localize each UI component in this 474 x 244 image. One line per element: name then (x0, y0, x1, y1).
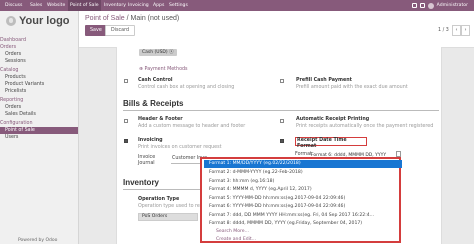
format-option-8[interactable]: Format 8: dddd, MMMM DD, YYYY (eg.Friday… (209, 220, 362, 228)
sidebar-item-orders[interactable]: Orders (0, 51, 78, 58)
receipt-format-checkbox[interactable] (280, 139, 284, 143)
format-option-4[interactable]: Format 4: MMMM d, YYYY (eg.April 12, 201… (209, 186, 312, 194)
cash-control-checkbox[interactable] (124, 79, 128, 83)
menu-inventory[interactable]: Inventory (104, 0, 126, 11)
breadcrumb-parent[interactable]: Point of Sale (85, 15, 125, 22)
prefill-cash-checkbox[interactable] (280, 79, 284, 83)
sidebar: Your logo Dashboard Orders Orders Sessio… (0, 11, 79, 244)
sidebar-item-report-orders[interactable]: Orders (0, 104, 78, 111)
format-option-3[interactable]: Format 3: hh:mm (eg.16:18) (209, 178, 274, 186)
powered-by[interactable]: Powered by Odoo (18, 238, 57, 243)
sidebar-section-catalog[interactable]: Catalog (0, 67, 78, 74)
menu-invoicing[interactable]: Invoicing (128, 0, 149, 11)
invoice-journal-label: Invoice Journal (138, 155, 156, 166)
company-logo: Your logo (6, 15, 70, 27)
payment-methods-row: Cash (USD) ⓧ ⊕ Payment Methods (117, 47, 441, 72)
save-button[interactable]: Save (85, 25, 107, 36)
chat-icon[interactable] (411, 3, 417, 8)
sidebar-item-sales-details[interactable]: Sales Details (0, 111, 78, 118)
sidebar-section-dashboard[interactable]: Dashboard (0, 37, 78, 44)
top-navbar: Discuss Sales Website Point of Sale Inve… (0, 0, 474, 11)
auto-print-checkbox[interactable] (280, 119, 284, 123)
receipt-date-time-format-title: Receipt Date Time Format (295, 137, 367, 149)
invoicing-desc: Print invoices on customer request (138, 145, 222, 150)
operation-type-title: Operation Type (138, 197, 180, 202)
avatar[interactable] (427, 2, 434, 9)
sidebar-item-point-of-sale[interactable]: Point of Sale (0, 127, 78, 134)
search-more-link[interactable]: Search More... (216, 228, 249, 236)
sidebar-item-pricelists[interactable]: Pricelists (0, 88, 78, 95)
inventory-heading: Inventory (123, 178, 160, 187)
logo-icon (6, 16, 16, 26)
activity-icon[interactable] (419, 3, 425, 8)
format-option-5[interactable]: Format 5: YYYY-MM-DD hh:mm:ss(eg.2017-09… (209, 195, 345, 203)
bills-receipts-heading: Bills & Receipts (123, 99, 184, 108)
sidebar-section-orders[interactable]: Orders (0, 44, 78, 51)
format-dropdown: Format 1: MM/DD/YYYY (eg.02/22/2018) For… (200, 157, 402, 244)
sidebar-item-users[interactable]: Users (0, 134, 78, 141)
sidebar-item-product-variants[interactable]: Product Variants (0, 81, 78, 88)
auto-print-title: Automatic Receipt Printing (296, 117, 370, 122)
cash-control-desc: Control cash box at opening and closing (138, 85, 235, 90)
menu-apps[interactable]: Apps (153, 0, 164, 11)
breadcrumb-current: Main (not used) (130, 15, 180, 22)
invoicing-checkbox[interactable] (124, 139, 128, 143)
format-option-1[interactable]: Format 1: MM/DD/YYYY (eg.02/22/2018) (204, 160, 402, 168)
discard-button[interactable]: Discard (105, 25, 136, 36)
header-footer-checkbox[interactable] (124, 119, 128, 123)
menu-point-of-sale[interactable]: Point of Sale (68, 0, 101, 11)
pager-next-button[interactable]: › (461, 25, 470, 36)
sidebar-item-sessions[interactable]: Sessions (0, 58, 78, 65)
payment-methods-link[interactable]: ⊕ Payment Methods (139, 67, 188, 72)
prefill-cash-desc: Prefill amount paid with the exact due a… (296, 85, 408, 90)
header-footer-desc: Add a custom message to header and foote… (138, 124, 246, 129)
menu-discuss[interactable]: Discuss (5, 0, 22, 11)
menu-sales[interactable]: Sales (30, 0, 42, 11)
logo-text: Your logo (19, 15, 70, 27)
pager-prev-button[interactable]: ‹ (452, 25, 461, 36)
control-panel: Point of Sale / Main (not used) Save Dis… (79, 11, 474, 48)
pager-value: 1 / 3 (438, 28, 449, 33)
sidebar-section-configuration[interactable]: Configuration (0, 120, 78, 127)
section-divider (123, 110, 439, 111)
format-option-7[interactable]: Format 7: ddd, DD MMM YYYY HH:mm:ss(eg. … (209, 212, 374, 220)
invoicing-title: Invoicing (138, 138, 163, 143)
auto-print-desc: Print receipts automatically once the pa… (296, 124, 434, 129)
create-and-edit-link[interactable]: Create and Edit... (216, 236, 256, 244)
prefill-cash-title: Prefill Cash Payment (296, 78, 352, 83)
payment-method-tag[interactable]: Cash (USD) ⓧ (139, 49, 177, 56)
format-option-6[interactable]: Format 6: YYYY-MM-DD hh:mm:ss(eg.2017-09… (209, 203, 345, 211)
cash-control-title: Cash Control (138, 78, 173, 83)
pos-orders-select[interactable]: PoS Orders (138, 213, 198, 221)
format-option-2[interactable]: Format 2: d-MMM-YYYY (eg.22-Feb-2018) (209, 169, 303, 177)
inventory-divider (123, 189, 203, 190)
user-name[interactable]: Administrator (437, 0, 468, 11)
sidebar-item-products[interactable]: Products (0, 74, 78, 81)
menu-settings[interactable]: Settings (169, 0, 188, 11)
sidebar-menu: Dashboard Orders Orders Sessions Catalog… (0, 37, 78, 141)
breadcrumb: Point of Sale / Main (not used) (85, 15, 179, 22)
sidebar-section-reporting[interactable]: Reporting (0, 97, 78, 104)
header-footer-title: Header & Footer (138, 117, 183, 122)
menu-website[interactable]: Website (47, 0, 65, 11)
